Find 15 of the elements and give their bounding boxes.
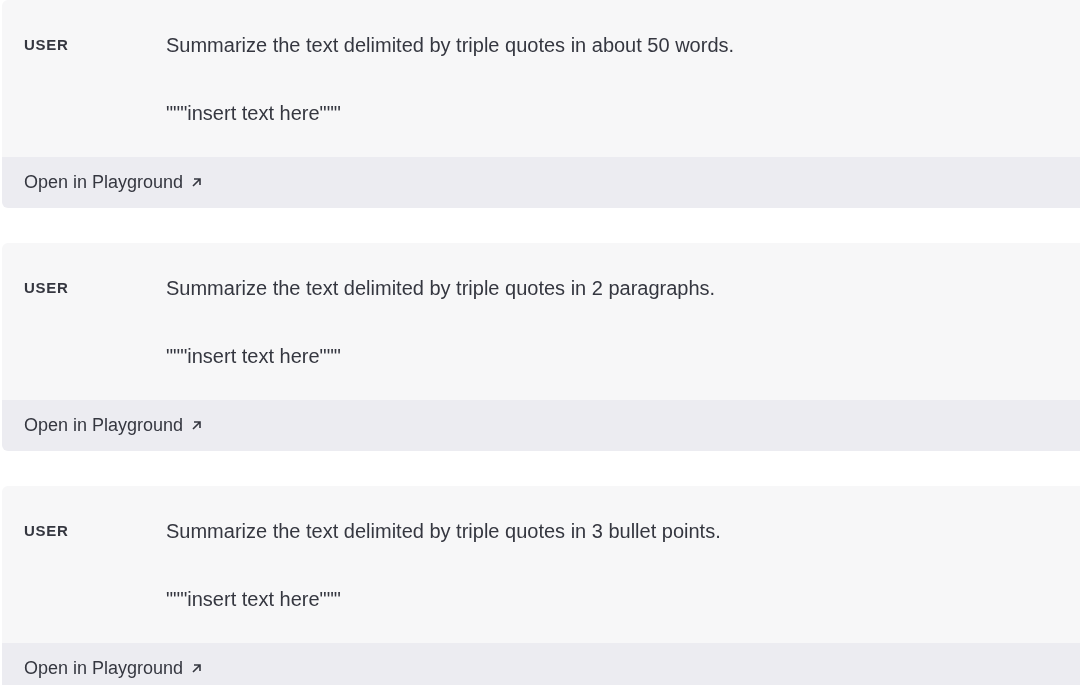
playground-link[interactable]: Open in Playground xyxy=(24,169,203,196)
role-label: USER xyxy=(24,278,70,298)
arrow-icon xyxy=(191,420,203,431)
message-text: """insert text here""" xyxy=(166,344,342,369)
message-text: """insert text here""" xyxy=(166,101,342,126)
role-label: USER xyxy=(24,521,70,541)
arrow-icon xyxy=(191,177,203,188)
role-label: USER xyxy=(24,35,70,55)
playground-link[interactable]: Open in Playground xyxy=(24,412,203,439)
message-text: Summarize the text delimited by triple quotes in 2 paragraphs. xyxy=(166,276,716,301)
message-text: """insert text here""" xyxy=(166,587,342,612)
arrow-icon xyxy=(191,663,203,674)
message-text: Summarize the text delimited by triple quotes in 3 bullet points. xyxy=(166,519,721,544)
playground-link[interactable]: Open in Playground xyxy=(24,655,203,682)
message-text: Summarize the text delimited by triple quotes in about 50 words. xyxy=(166,33,735,58)
